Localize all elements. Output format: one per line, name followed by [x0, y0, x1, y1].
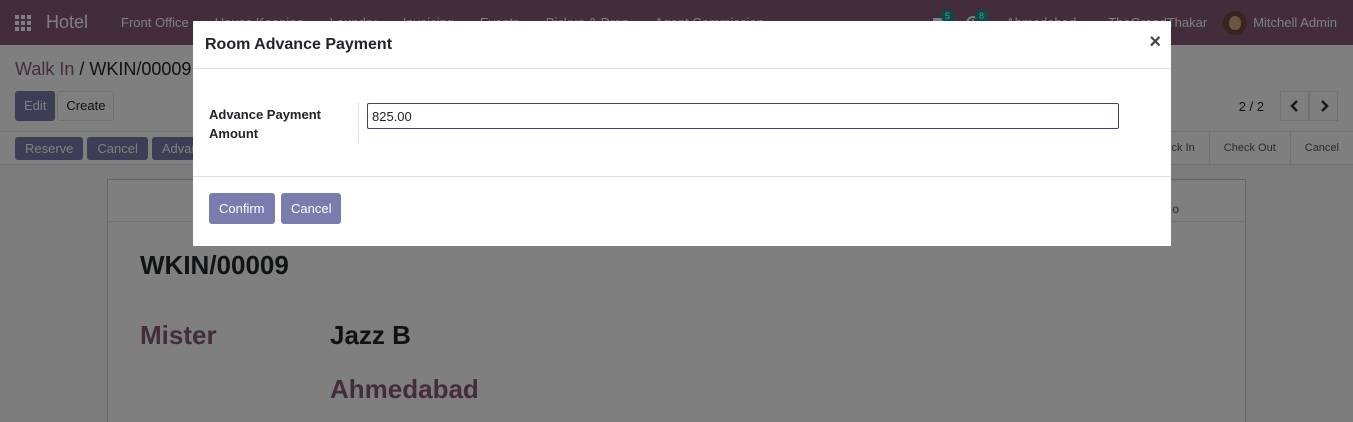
dialog-header: Room Advance Payment ×	[193, 21, 1171, 69]
close-icon[interactable]: ×	[1149, 32, 1161, 52]
advance-amount-input[interactable]	[367, 103, 1119, 129]
field-divider	[358, 103, 359, 143]
dialog-body: Advance Payment Amount	[193, 69, 1171, 177]
confirm-button[interactable]: Confirm	[209, 193, 275, 224]
dialog-title: Room Advance Payment	[205, 36, 393, 53]
advance-amount-label: Advance Payment Amount	[209, 107, 321, 141]
advance-payment-dialog: Room Advance Payment × Advance Payment A…	[193, 21, 1171, 246]
dialog-footer: Confirm Cancel	[193, 177, 1171, 246]
cancel-button[interactable]: Cancel	[281, 193, 342, 224]
